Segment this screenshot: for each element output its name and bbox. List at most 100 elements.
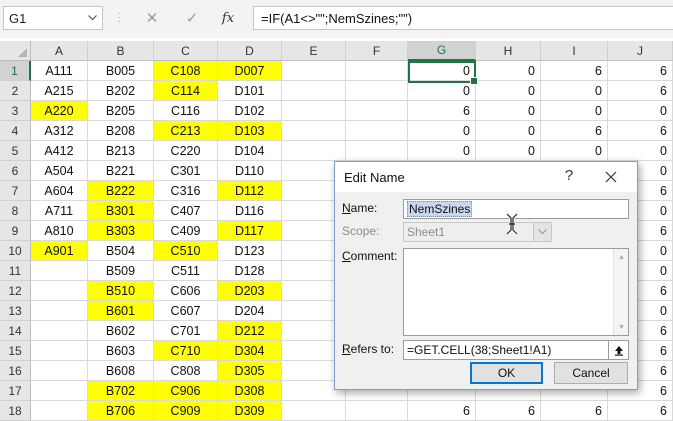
cell-c5[interactable]: C220 (154, 141, 218, 161)
cell-h2[interactable]: 0 (476, 81, 541, 101)
row-header-1[interactable]: 1 (0, 61, 31, 81)
cell-c1[interactable]: C108 (154, 61, 218, 81)
row-header-13[interactable]: 13 (0, 301, 31, 321)
cell-j2[interactable]: 6 (608, 81, 673, 101)
column-header-f[interactable]: F (346, 41, 408, 61)
enter-icon[interactable]: ✓ (179, 7, 205, 29)
cell-c13[interactable]: C607 (154, 301, 218, 321)
row-header-9[interactable]: 9 (0, 221, 31, 241)
formula-bar-splitter[interactable]: · · · (116, 9, 122, 27)
refers-to-field[interactable]: =GET.CELL(38;Sheet1!A1) (403, 340, 629, 360)
cell-e2[interactable] (282, 81, 346, 101)
cell-f5[interactable] (346, 141, 408, 161)
cell-j5[interactable]: 0 (608, 141, 673, 161)
cell-f4[interactable] (346, 121, 408, 141)
column-header-g[interactable]: G (408, 41, 476, 61)
cell-d15[interactable]: D304 (218, 341, 282, 361)
cell-c15[interactable]: C710 (154, 341, 218, 361)
column-header-d[interactable]: D (218, 41, 282, 61)
cell-j18[interactable]: 6 (608, 401, 673, 421)
cell-c12[interactable]: C606 (154, 281, 218, 301)
cell-i18[interactable]: 6 (541, 401, 608, 421)
cell-b5[interactable]: B213 (88, 141, 154, 161)
cell-c18[interactable]: C909 (154, 401, 218, 421)
cell-d12[interactable]: D203 (218, 281, 282, 301)
comment-scrollbar[interactable]: ▲ ▼ (613, 249, 628, 335)
cell-d6[interactable]: D110 (218, 161, 282, 181)
cell-b16[interactable]: B608 (88, 361, 154, 381)
cell-b14[interactable]: B602 (88, 321, 154, 341)
cell-b18[interactable]: B706 (88, 401, 154, 421)
cell-g3[interactable]: 6 (408, 101, 476, 121)
cell-c6[interactable]: C301 (154, 161, 218, 181)
cell-b15[interactable]: B603 (88, 341, 154, 361)
cell-a10[interactable]: A901 (31, 241, 88, 261)
cell-d1[interactable]: D007 (218, 61, 282, 81)
cell-a16[interactable] (31, 361, 88, 381)
row-header-4[interactable]: 4 (0, 121, 31, 141)
cell-d4[interactable]: D103 (218, 121, 282, 141)
cell-f1[interactable] (346, 61, 408, 81)
cell-d8[interactable]: D116 (218, 201, 282, 221)
cell-d16[interactable]: D305 (218, 361, 282, 381)
scroll-down-icon[interactable]: ▼ (614, 320, 629, 334)
column-header-i[interactable]: I (541, 41, 608, 61)
cell-c17[interactable]: C906 (154, 381, 218, 401)
cell-h5[interactable]: 0 (476, 141, 541, 161)
row-header-8[interactable]: 8 (0, 201, 31, 221)
cell-c8[interactable]: C407 (154, 201, 218, 221)
cell-j4[interactable]: 6 (608, 121, 673, 141)
row-header-10[interactable]: 10 (0, 241, 31, 261)
cell-i4[interactable]: 6 (541, 121, 608, 141)
cell-a7[interactable]: A604 (31, 181, 88, 201)
cell-d7[interactable]: D112 (218, 181, 282, 201)
row-header-2[interactable]: 2 (0, 81, 31, 101)
cell-b10[interactable]: B504 (88, 241, 154, 261)
cell-b2[interactable]: B202 (88, 81, 154, 101)
comment-textarea[interactable]: ▲ ▼ (403, 248, 629, 336)
cell-b17[interactable]: B702 (88, 381, 154, 401)
column-header-j[interactable]: J (608, 41, 673, 61)
cell-h3[interactable]: 0 (476, 101, 541, 121)
cancel-button[interactable]: Cancel (554, 362, 628, 384)
cell-c7[interactable]: C316 (154, 181, 218, 201)
cell-a18[interactable] (31, 401, 88, 421)
cell-a15[interactable] (31, 341, 88, 361)
cell-b7[interactable]: B222 (88, 181, 154, 201)
row-header-7[interactable]: 7 (0, 181, 31, 201)
dialog-title-bar[interactable]: Edit Name ? (335, 162, 637, 192)
cell-c4[interactable]: C213 (154, 121, 218, 141)
cell-i1[interactable]: 6 (541, 61, 608, 81)
chevron-down-icon[interactable] (85, 10, 99, 26)
cell-b12[interactable]: B510 (88, 281, 154, 301)
cell-c16[interactable]: C808 (154, 361, 218, 381)
cell-d17[interactable]: D308 (218, 381, 282, 401)
collapse-dialog-button[interactable] (608, 341, 628, 359)
cell-a4[interactable]: A312 (31, 121, 88, 141)
cell-e18[interactable] (282, 401, 346, 421)
column-header-a[interactable]: A (31, 41, 88, 61)
cell-d14[interactable]: D212 (218, 321, 282, 341)
cell-a11[interactable] (31, 261, 88, 281)
row-header-12[interactable]: 12 (0, 281, 31, 301)
row-header-3[interactable]: 3 (0, 101, 31, 121)
cell-b1[interactable]: B005 (88, 61, 154, 81)
cancel-icon[interactable]: ✕ (139, 7, 165, 29)
row-header-16[interactable]: 16 (0, 361, 31, 381)
cell-d9[interactable]: D117 (218, 221, 282, 241)
cell-i3[interactable]: 0 (541, 101, 608, 121)
cell-g1[interactable]: 0 (408, 61, 476, 81)
cell-a8[interactable]: A711 (31, 201, 88, 221)
cell-j1[interactable]: 6 (608, 61, 673, 81)
cell-h4[interactable]: 0 (476, 121, 541, 141)
cell-g18[interactable]: 6 (408, 401, 476, 421)
cell-d18[interactable]: D309 (218, 401, 282, 421)
cell-i2[interactable]: 0 (541, 81, 608, 101)
column-header-b[interactable]: B (88, 41, 154, 61)
row-header-6[interactable]: 6 (0, 161, 31, 181)
cell-c9[interactable]: C409 (154, 221, 218, 241)
cell-d10[interactable]: D123 (218, 241, 282, 261)
cell-b8[interactable]: B301 (88, 201, 154, 221)
cell-b4[interactable]: B208 (88, 121, 154, 141)
cell-b3[interactable]: B205 (88, 101, 154, 121)
